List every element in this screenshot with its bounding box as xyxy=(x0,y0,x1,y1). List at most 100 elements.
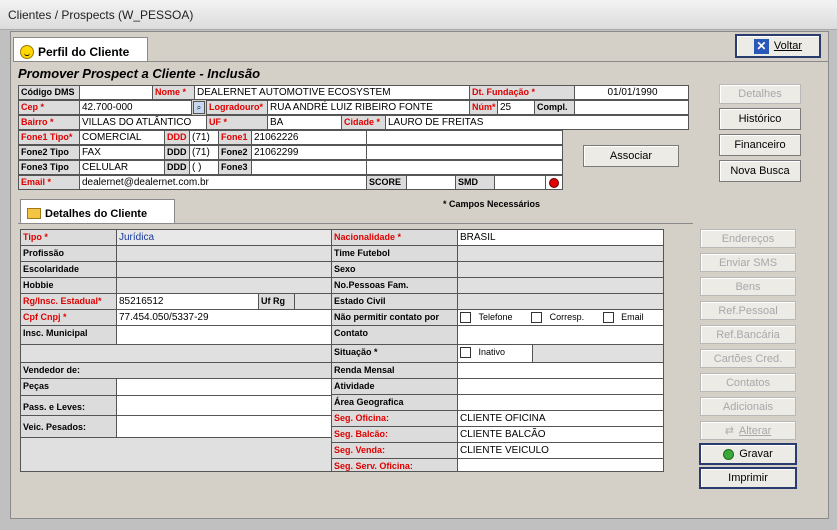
sexo-label: Sexo xyxy=(331,261,458,278)
contato-field[interactable] xyxy=(457,325,664,345)
nome-field[interactable]: DEALERNET AUTOMOTIVE ECOSYSTEM xyxy=(194,85,470,100)
fone2-extra-field[interactable] xyxy=(366,145,563,160)
tipo-field[interactable]: Jurídica xyxy=(116,229,332,246)
fone2-field[interactable]: 21062299 xyxy=(251,145,367,160)
profissao-label: Profissão xyxy=(20,245,117,262)
contatos-button[interactable]: Contatos xyxy=(700,373,796,392)
fone1-field[interactable]: 21062226 xyxy=(251,130,367,145)
contato-options: Telefone Corresp. Email xyxy=(457,309,664,326)
historico-button[interactable]: Histórico xyxy=(719,108,801,130)
tab-perfil-cliente[interactable]: Perfil do Cliente xyxy=(13,37,148,61)
estado-civil-label: Estado Civil xyxy=(331,293,458,310)
logradouro-label: Logradouro* xyxy=(206,100,268,115)
ref-pessoal-button[interactable]: Ref.Pessoal xyxy=(700,301,796,320)
area-geografica-label: Área Geografica xyxy=(331,394,458,411)
seg-balcao-label: Seg. Balcão: xyxy=(331,426,458,443)
enviar-sms-label: Enviar SMS xyxy=(718,256,778,269)
pass-leves-label: Pass. e Leves: xyxy=(20,395,117,416)
hobbie-field[interactable] xyxy=(116,277,332,294)
financeiro-button[interactable]: Financeiro xyxy=(719,134,801,156)
rg-label: Rg/Insc. Estadual* xyxy=(20,293,117,310)
atividade-field[interactable] xyxy=(457,378,664,395)
codigo-dms-label: Código DMS xyxy=(18,85,80,100)
uf-rg-label: Uf Rg xyxy=(258,293,295,310)
compl-label: Compl. xyxy=(534,100,575,115)
tab-detalhes-cliente[interactable]: Detalhes do Cliente xyxy=(20,199,175,223)
imprimir-label: Imprimir xyxy=(728,472,768,484)
uf-field[interactable]: BA xyxy=(267,115,342,130)
detalhes-button[interactable]: Detalhes xyxy=(719,84,801,104)
atividade-label: Atividade xyxy=(331,378,458,395)
cidade-field[interactable]: LAURO DE FREITAS xyxy=(385,115,689,130)
inativo-checkbox[interactable] xyxy=(460,347,471,359)
fone1-tipo-field[interactable]: COMERCIAL xyxy=(79,130,165,145)
no-pessoas-field[interactable] xyxy=(457,277,664,294)
uf-rg-field[interactable] xyxy=(294,293,332,310)
email-label: Email * xyxy=(18,175,80,190)
alterar-button[interactable]: ⇄ Alterar xyxy=(700,421,796,440)
enviar-sms-button[interactable]: Enviar SMS xyxy=(700,253,796,272)
renda-label: Renda Mensal xyxy=(331,362,458,379)
ddd3-field[interactable]: ( ) xyxy=(189,160,219,175)
corresp-checkbox[interactable] xyxy=(531,312,543,324)
gravar-button[interactable]: Gravar xyxy=(699,443,797,465)
area-geografica-field[interactable] xyxy=(457,394,664,411)
email-checkbox[interactable] xyxy=(602,312,614,324)
estado-civil-field[interactable] xyxy=(457,293,664,310)
uf-label: UF * xyxy=(206,115,268,130)
seg-venda-field[interactable]: CLIENTE VEICULO xyxy=(457,442,664,459)
associar-button[interactable]: Associar xyxy=(583,145,679,167)
codigo-dms-field[interactable] xyxy=(79,85,153,100)
seg-serv-oficina-field[interactable] xyxy=(457,458,664,472)
veic-pesados-field[interactable] xyxy=(116,415,332,438)
bens-button[interactable]: Bens xyxy=(700,277,796,296)
imprimir-button[interactable]: Imprimir xyxy=(699,467,797,489)
form-heading: Promover Prospect a Cliente - Inclusão xyxy=(18,66,261,81)
enderecos-button[interactable]: Endereços xyxy=(700,229,796,248)
nova-busca-label: Nova Busca xyxy=(730,165,790,177)
profissao-field[interactable] xyxy=(116,245,332,262)
sexo-field[interactable] xyxy=(457,261,664,278)
fone1-extra-field[interactable] xyxy=(366,130,563,145)
bairro-field[interactable]: VILLAS DO ATLÂNTICO xyxy=(79,115,207,130)
fone2-tipo-field[interactable]: FAX xyxy=(79,145,165,160)
insc-municipal-label: Insc. Municipal xyxy=(20,325,117,345)
renda-field[interactable] xyxy=(457,362,664,379)
time-futebol-field[interactable] xyxy=(457,245,664,262)
pass-leves-field[interactable] xyxy=(116,395,332,416)
smiley-icon xyxy=(20,44,34,59)
num-field[interactable]: 25 xyxy=(497,100,535,115)
seg-balcao-field[interactable]: CLIENTE BALCÃO xyxy=(457,426,664,443)
escolaridade-field[interactable] xyxy=(116,261,332,278)
logradouro-field[interactable]: RUA ANDRÉ LUIZ RIBEIRO FONTE xyxy=(267,100,470,115)
pecas-field[interactable] xyxy=(116,378,332,396)
vendedor-label: Vendedor de: xyxy=(20,362,332,379)
cpf-cnpj-field[interactable]: 77.454.050/5337-29 xyxy=(116,309,332,326)
nacionalidade-field[interactable]: BRASIL xyxy=(457,229,664,246)
dt-fundacao-field[interactable]: 01/01/1990 xyxy=(574,85,689,100)
cartoes-cred-button[interactable]: Cartões Cred. xyxy=(700,349,796,368)
cep-field[interactable]: 42.700-000 xyxy=(79,100,192,115)
veic-pesados-label: Veic. Pesados: xyxy=(20,415,117,438)
ddd1-field[interactable]: (71) xyxy=(189,130,219,145)
nacionalidade-label: Nacionalidade * xyxy=(331,229,458,246)
associar-label: Associar xyxy=(609,150,653,162)
cep-search-icon[interactable]: ⌕ xyxy=(193,101,205,114)
fone3-tipo-field[interactable]: CELULAR xyxy=(79,160,165,175)
email-field[interactable]: dealernet@dealernet.com.br xyxy=(79,175,367,190)
adicionais-button[interactable]: Adicionais xyxy=(700,397,796,416)
fone3-extra-field[interactable] xyxy=(366,160,563,175)
compl-field[interactable] xyxy=(574,100,689,115)
smd-field xyxy=(494,175,546,190)
window-titlebar: Clientes / Prospects (W_PESSOA) xyxy=(0,0,837,30)
seg-oficina-field[interactable]: CLIENTE OFICINA xyxy=(457,410,664,427)
required-note: * Campos Necessários xyxy=(443,199,541,209)
ddd2-field[interactable]: (71) xyxy=(189,145,219,160)
nova-busca-button[interactable]: Nova Busca xyxy=(719,160,801,182)
rg-field[interactable]: 85216512 xyxy=(116,293,259,310)
insc-municipal-field[interactable] xyxy=(116,325,332,345)
voltar-button[interactable]: ✕ Voltar xyxy=(735,34,821,58)
fone3-field[interactable] xyxy=(251,160,367,175)
telefone-checkbox[interactable] xyxy=(460,312,471,324)
ref-bancaria-button[interactable]: Ref.Bancária xyxy=(700,325,796,344)
